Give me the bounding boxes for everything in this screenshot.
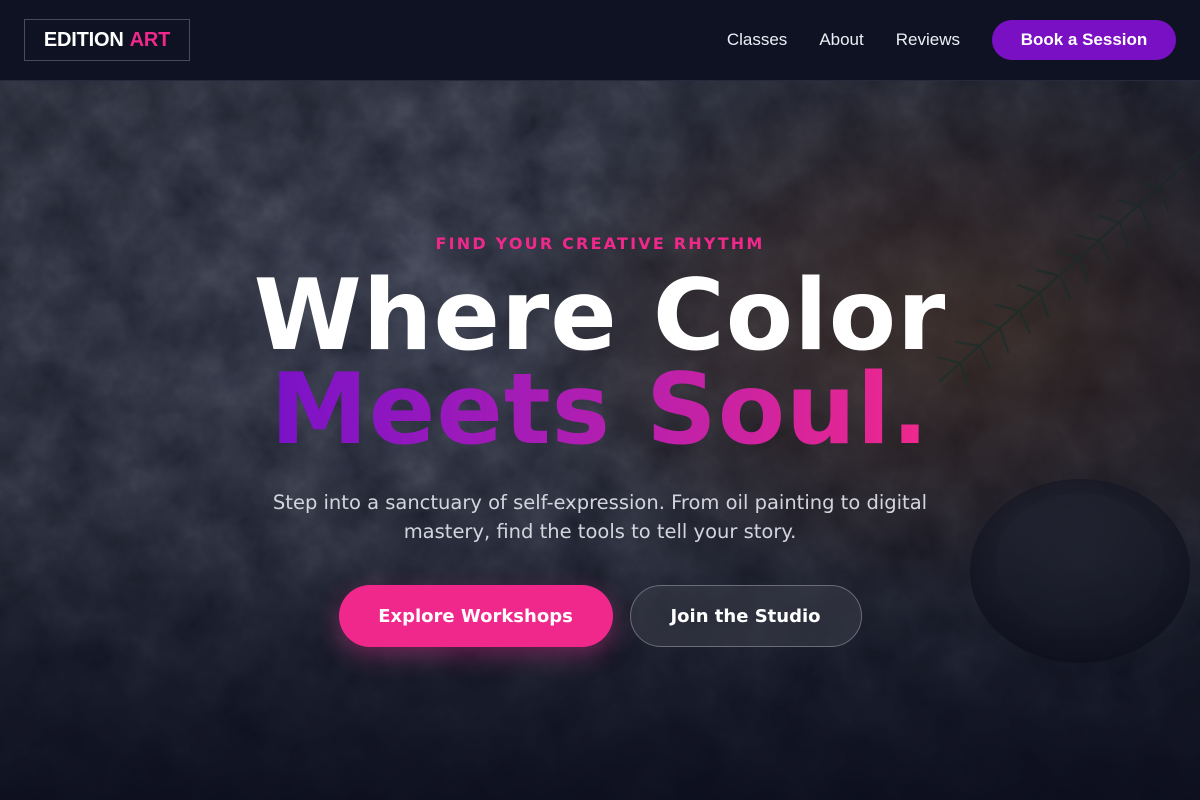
explore-workshops-button[interactable]: Explore Workshops — [338, 585, 613, 647]
join-studio-button[interactable]: Join the Studio — [629, 585, 862, 647]
nav-link-reviews[interactable]: Reviews — [896, 30, 960, 50]
headline-line-1: Where Color — [253, 259, 947, 373]
nav-link-classes[interactable]: Classes — [727, 30, 787, 50]
hero-eyebrow: FIND YOUR CREATIVE RHYTHM — [435, 234, 765, 253]
hero-section: FIND YOUR CREATIVE RHYTHM Where Color Me… — [0, 81, 1200, 800]
site-header: EDITION ART Classes About Reviews Book a… — [0, 0, 1200, 81]
logo-primary-text: EDITION — [43, 28, 124, 51]
headline-line-2: Meets Soul. — [270, 353, 930, 467]
nav-link-about[interactable]: About — [819, 30, 863, 50]
logo-accent-text: ART — [129, 28, 171, 51]
landing-page: EDITION ART Classes About Reviews Book a… — [0, 0, 1200, 800]
hero-cta-group: Explore Workshops Join the Studio — [0, 585, 1200, 647]
book-session-button[interactable]: Book a Session — [992, 20, 1176, 60]
hero-subtitle: Step into a sanctuary of self-expression… — [272, 491, 928, 543]
main-nav: Classes About Reviews Book a Session — [727, 0, 1176, 80]
hero-headline: Where Color Meets Soul. — [0, 259, 1200, 467]
site-logo[interactable]: EDITION ART — [24, 19, 190, 61]
